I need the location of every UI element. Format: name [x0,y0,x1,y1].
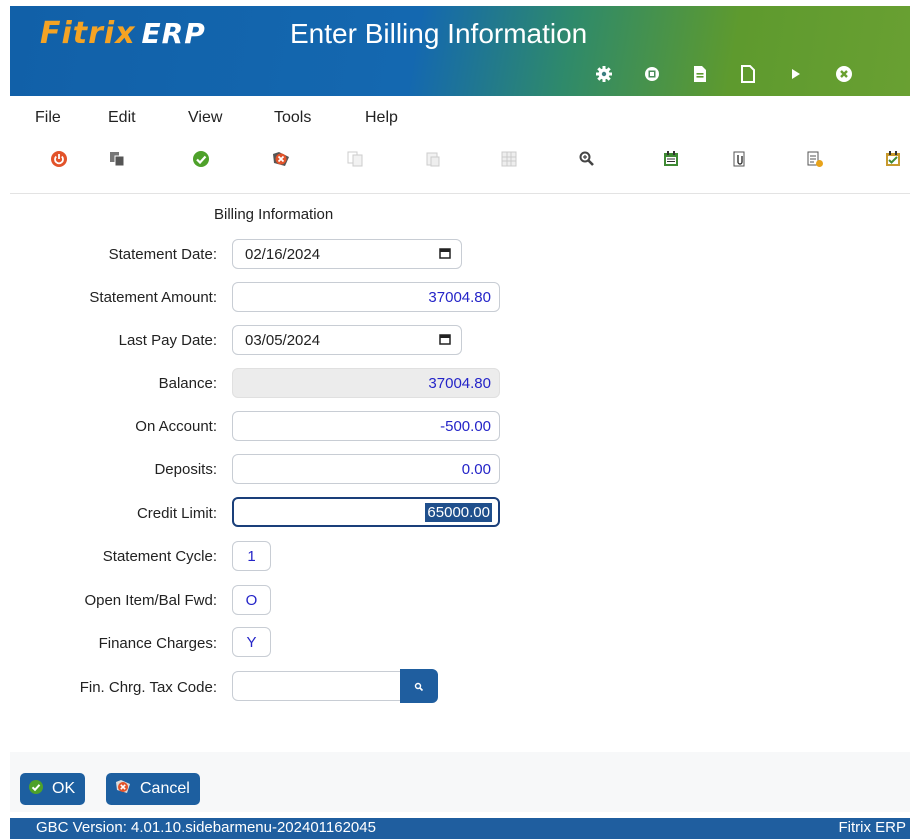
brand-suffix: ERP [141,17,206,50]
balance-field: 37004.80 [232,368,500,398]
close-circle-icon[interactable] [820,60,868,88]
notes-icon[interactable] [804,148,826,170]
attach-icon[interactable] [728,148,750,170]
statement-date-label: Statement Date: [108,246,217,263]
window-title: Enter Billing Information [290,18,588,49]
power-icon[interactable] [48,148,70,170]
menu-view[interactable]: View [188,109,222,127]
ok-button[interactable]: OK [20,773,86,805]
statement-cycle-label: Statement Cycle: [102,548,217,565]
statement-amount-field[interactable]: 37004.80 [232,282,500,312]
version-text: GBC Version: 4.01.10.sidebarmenu-2024011… [36,819,376,836]
finance-charges-value: Y [246,633,257,651]
statement-date-field[interactable]: 02/16/2024 [232,239,462,269]
search-icon [414,677,424,696]
statement-cycle-field[interactable]: 1 [232,541,271,571]
status-bar: GBC Version: 4.01.10.sidebarmenu-2024011… [10,818,910,839]
check-icon [28,779,44,800]
last-pay-date-label: Last Pay Date: [118,332,217,349]
open-item-field[interactable]: O [232,585,271,615]
gear-icon[interactable] [580,60,628,88]
chip-icon[interactable] [628,60,676,88]
brand-name: Fitrix [40,16,136,51]
cancel-label: Cancel [140,780,190,797]
last-pay-date-field[interactable]: 03/05/2024 [232,325,462,355]
app-header: Fitrix ERP Enter Billing Information [10,6,910,96]
credit-limit-value: 65000.00 [425,502,492,522]
section-title: Billing Information [214,206,334,223]
on-account-field[interactable]: -500.00 [232,411,500,441]
accept-icon[interactable] [190,148,212,170]
cancel-button[interactable]: Cancel [106,773,200,805]
on-account-value: -500.00 [440,417,491,435]
menu-edit[interactable]: Edit [108,109,136,127]
zoom-icon[interactable] [576,148,598,170]
checklist-icon[interactable] [882,148,904,170]
copy-icon[interactable] [106,148,128,170]
app-logo: Fitrix ERP [40,16,206,51]
balance-value: 37004.80 [428,374,491,392]
paste-icon [422,148,444,170]
lookup-button[interactable] [400,669,438,703]
cancel-x-icon [114,779,132,800]
statement-amount-label: Statement Amount: [89,289,217,306]
credit-limit-label: Credit Limit: [136,505,217,522]
document-icon[interactable] [676,60,724,88]
deposits-value: 0.00 [461,460,491,478]
header-icon-bar [580,60,868,88]
menu-bar: File Edit View Tools Help [10,100,910,136]
balance-label: Balance: [158,375,217,392]
calendar-picker-icon[interactable] [439,332,451,349]
blank-document-icon[interactable] [724,60,772,88]
grid-icon [498,148,520,170]
ok-label: OK [52,780,76,797]
deposits-field[interactable]: 0.00 [232,454,500,484]
menu-file[interactable]: File [35,109,61,127]
statement-date-value: 02/16/2024 [245,245,321,263]
menu-tools[interactable]: Tools [274,109,311,127]
toolbar [10,142,910,178]
statement-cycle-value: 1 [247,547,256,565]
play-icon[interactable] [772,60,820,88]
fin-tax-code-label: Fin. Chrg. Tax Code: [79,679,217,696]
cancel-icon[interactable] [270,148,292,170]
statement-amount-value: 37004.80 [428,288,491,306]
duplicate-icon [344,148,366,170]
open-item-value: O [245,591,258,609]
on-account-label: On Account: [135,418,217,435]
fin-tax-code-field[interactable] [232,671,404,701]
toolbar-divider [10,193,910,194]
deposits-label: Deposits: [154,461,217,478]
finance-charges-field[interactable]: Y [232,627,271,657]
last-pay-date-value: 03/05/2024 [245,331,321,349]
app-name-text: Fitrix ERP [838,819,907,836]
calendar-picker-icon[interactable] [439,246,451,263]
menu-help[interactable]: Help [365,109,398,127]
finance-charges-label: Finance Charges: [98,635,217,652]
calendar-icon[interactable] [660,148,682,170]
open-item-label: Open Item/Bal Fwd: [84,592,217,609]
credit-limit-field[interactable]: 65000.00 [232,497,500,527]
